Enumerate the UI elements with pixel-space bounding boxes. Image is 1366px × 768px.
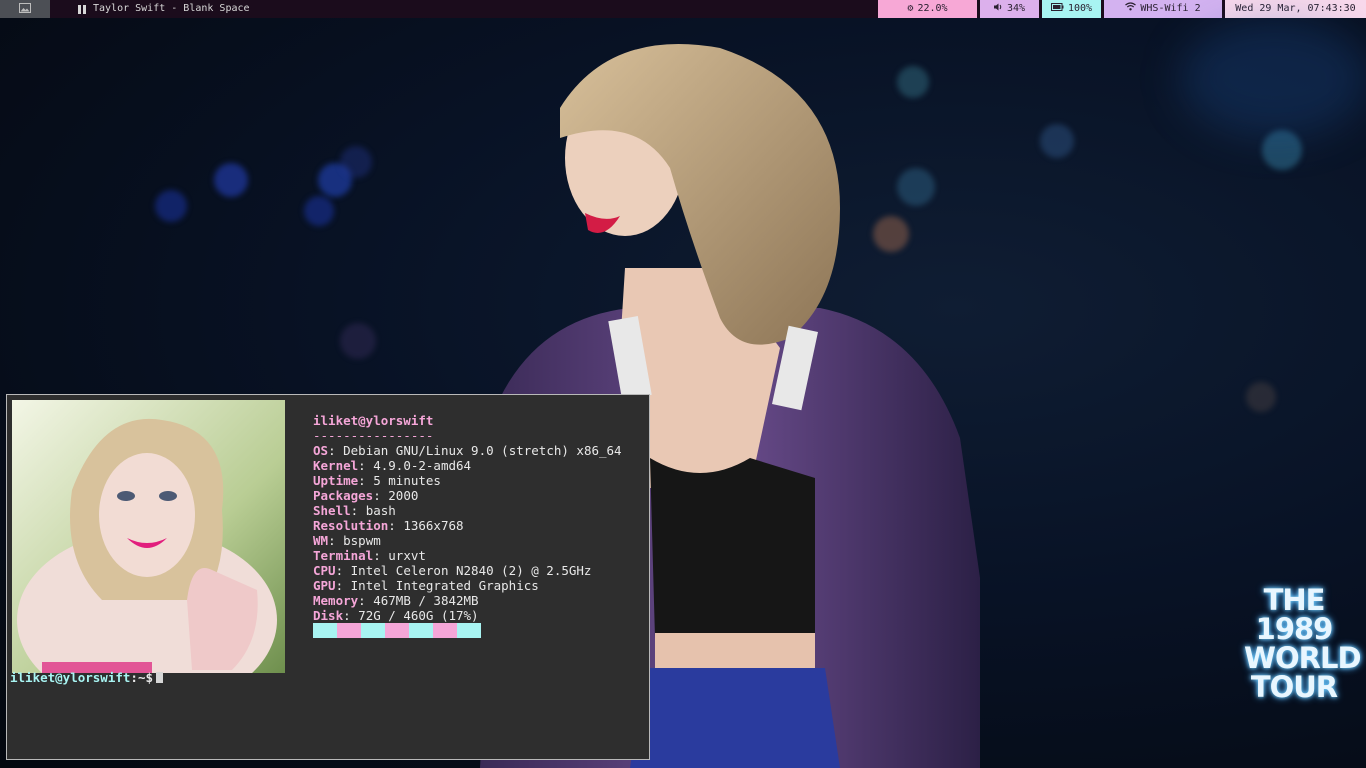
- image-icon: [19, 2, 31, 16]
- wifi-value: WHS-Wifi 2: [1140, 3, 1201, 14]
- info-key: Shell: [313, 503, 351, 518]
- info-key: Memory: [313, 593, 359, 608]
- battery-icon: [1050, 0, 1064, 18]
- text-cursor: [156, 672, 163, 683]
- color-swatch: [457, 623, 481, 638]
- cpu-value: 22.0%: [917, 3, 948, 14]
- color-palette: [313, 623, 481, 638]
- info-value: urxvt: [388, 548, 426, 563]
- color-swatch: [313, 623, 337, 638]
- battery-value: 100%: [1067, 3, 1093, 14]
- info-value: Debian GNU/Linux 9.0 (stretch) x86_64: [343, 443, 622, 458]
- info-key: WM: [313, 533, 329, 548]
- bokeh-light: [304, 196, 334, 226]
- cpu-module[interactable]: ⚙ 22.0%: [878, 0, 977, 18]
- info-key: GPU: [313, 578, 336, 593]
- color-swatch: [361, 623, 385, 638]
- info-key: Uptime: [313, 473, 359, 488]
- clock-value: Wed 29 Mar, 07:43:30: [1235, 3, 1356, 14]
- color-swatch: [337, 623, 361, 638]
- info-value: Intel Integrated Graphics: [350, 578, 539, 593]
- window-title: Taylor Swift - Blank Space: [93, 3, 250, 14]
- user-host: iliket@ylorswift: [313, 413, 434, 428]
- prompt-path: :~$: [130, 670, 153, 685]
- color-swatch: [385, 623, 409, 638]
- wifi-module[interactable]: WHS-Wifi 2: [1104, 0, 1222, 18]
- info-key: Terminal: [313, 548, 374, 563]
- logo-line: TOUR: [1250, 670, 1338, 704]
- bokeh-light: [214, 163, 248, 197]
- terminal-window[interactable]: iliket@ylorswift ---------------- OS: De…: [6, 394, 650, 760]
- pause-icon[interactable]: [78, 4, 87, 14]
- color-swatch: [409, 623, 433, 638]
- speaker-icon: [993, 0, 1003, 18]
- wifi-icon: [1125, 0, 1137, 18]
- info-value: bash: [365, 503, 396, 518]
- volume-value: 34%: [1006, 3, 1026, 14]
- clock-module[interactable]: Wed 29 Mar, 07:43:30: [1225, 0, 1366, 18]
- info-value: 5 minutes: [373, 473, 441, 488]
- shell-prompt[interactable]: iliket@ylorswift:~$: [10, 670, 163, 685]
- info-key: OS: [313, 443, 329, 458]
- info-value: 72G / 460G (17%): [358, 608, 479, 623]
- volume-module[interactable]: 34%: [980, 0, 1039, 18]
- bokeh-light: [1246, 382, 1276, 412]
- separator-line: ----------------: [313, 428, 434, 443]
- logo-line: 1989: [1255, 612, 1334, 646]
- bokeh-light: [155, 190, 187, 222]
- info-value: 2000: [388, 488, 419, 503]
- info-key: Resolution: [313, 518, 389, 533]
- neofetch-image: [12, 400, 285, 673]
- info-key: Packages: [313, 488, 374, 503]
- bokeh-light: [1180, 18, 1366, 138]
- logo-line: THE: [1263, 583, 1326, 617]
- info-value: bspwm: [343, 533, 381, 548]
- info-value: 4.9.0-2-amd64: [373, 458, 472, 473]
- info-key: Disk: [313, 608, 344, 623]
- info-value: 467MB / 3842MB: [373, 593, 479, 608]
- info-key: Kernel: [313, 458, 359, 473]
- world-tour-logo: THE 1989 WORLD TOUR: [1244, 583, 1362, 704]
- info-key: CPU: [313, 563, 336, 578]
- info-value: 1366x768: [403, 518, 464, 533]
- logo-line: WORLD: [1244, 641, 1362, 675]
- gears-icon: ⚙: [907, 3, 914, 14]
- window-title-area[interactable]: Taylor Swift - Blank Space: [78, 0, 250, 18]
- bokeh-light: [340, 146, 372, 178]
- bokeh-light: [340, 323, 376, 359]
- info-value: Intel Celeron N2840 (2) @ 2.5GHz: [350, 563, 592, 578]
- system-info: iliket@ylorswift ---------------- OS: De…: [313, 413, 622, 623]
- prompt-user: iliket@ylorswift: [10, 670, 131, 685]
- top-bar: Taylor Swift - Blank Space ⚙ 22.0% 34% 1…: [0, 0, 1366, 18]
- battery-module[interactable]: 100%: [1042, 0, 1101, 18]
- color-swatch: [433, 623, 457, 638]
- bokeh-light: [1040, 124, 1074, 158]
- workspace-indicator[interactable]: [0, 0, 50, 18]
